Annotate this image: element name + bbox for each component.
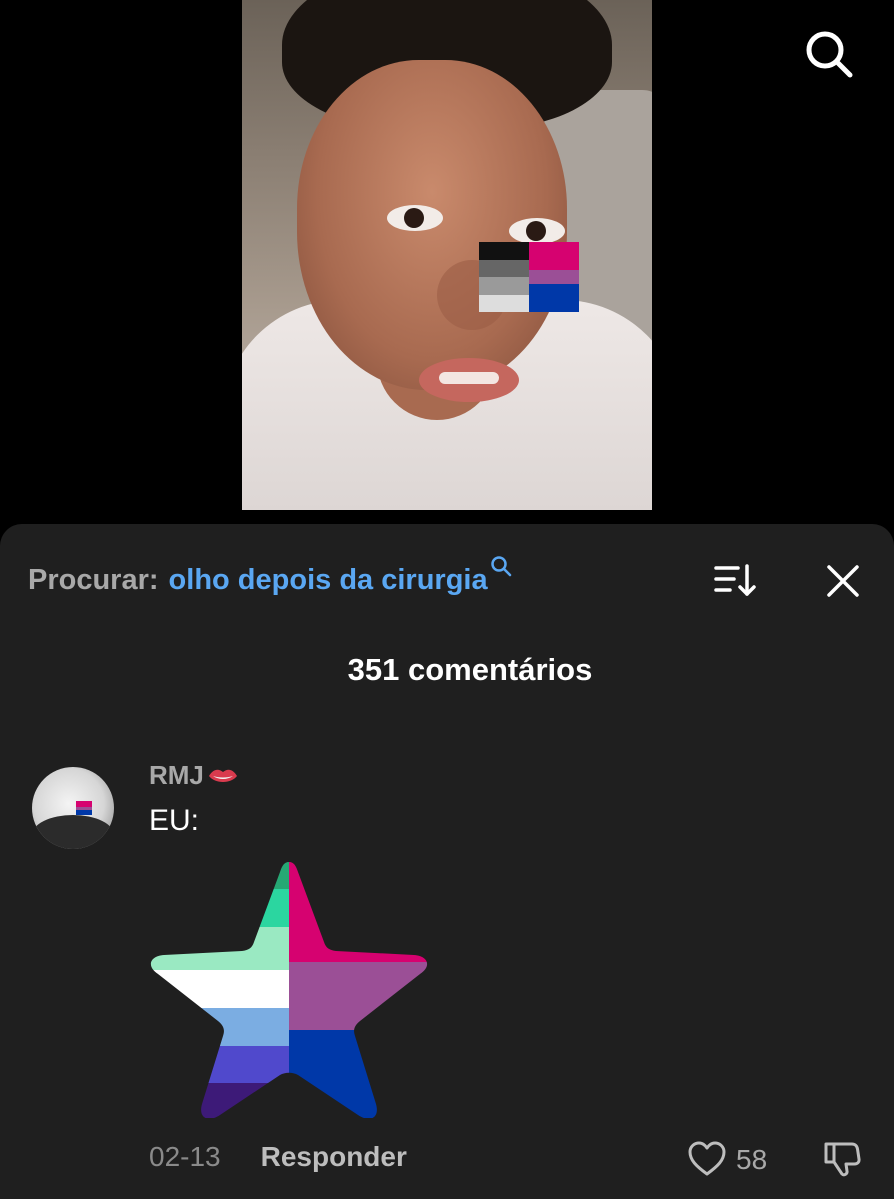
comment-count: 351 comentários <box>347 652 593 687</box>
close-icon[interactable] <box>826 564 860 598</box>
comment-username[interactable]: RMJ <box>149 760 238 791</box>
like-count: 58 <box>736 1144 768 1175</box>
avatar[interactable] <box>32 767 114 849</box>
screen: Procurar: olho depois da cirurgia 351 co… <box>0 0 894 1199</box>
comment-date: 02-13 <box>149 1141 221 1172</box>
search-query-link[interactable]: olho depois da cirurgia <box>169 564 488 597</box>
comment-search-bar[interactable]: Procurar: olho depois da cirurgia <box>28 556 512 597</box>
search-label: Procurar: <box>28 564 159 596</box>
search-icon[interactable] <box>803 28 855 80</box>
lips-emoji-icon <box>208 769 237 782</box>
flag-icon <box>76 801 92 815</box>
sort-icon[interactable] <box>714 562 758 600</box>
search-icon <box>490 556 511 577</box>
comment-meta: 02-13 Responder <box>149 1141 407 1173</box>
comments-panel: Procurar: olho depois da cirurgia 351 co… <box>0 524 894 1199</box>
dislike-icon[interactable] <box>822 1138 862 1178</box>
video-player[interactable] <box>242 0 652 510</box>
heart-icon[interactable] <box>688 1141 726 1177</box>
flag-sticker <box>479 242 579 312</box>
comment-text: EU: <box>149 804 200 837</box>
star-sticker <box>150 862 428 1118</box>
reply-button[interactable]: Responder <box>261 1141 407 1173</box>
